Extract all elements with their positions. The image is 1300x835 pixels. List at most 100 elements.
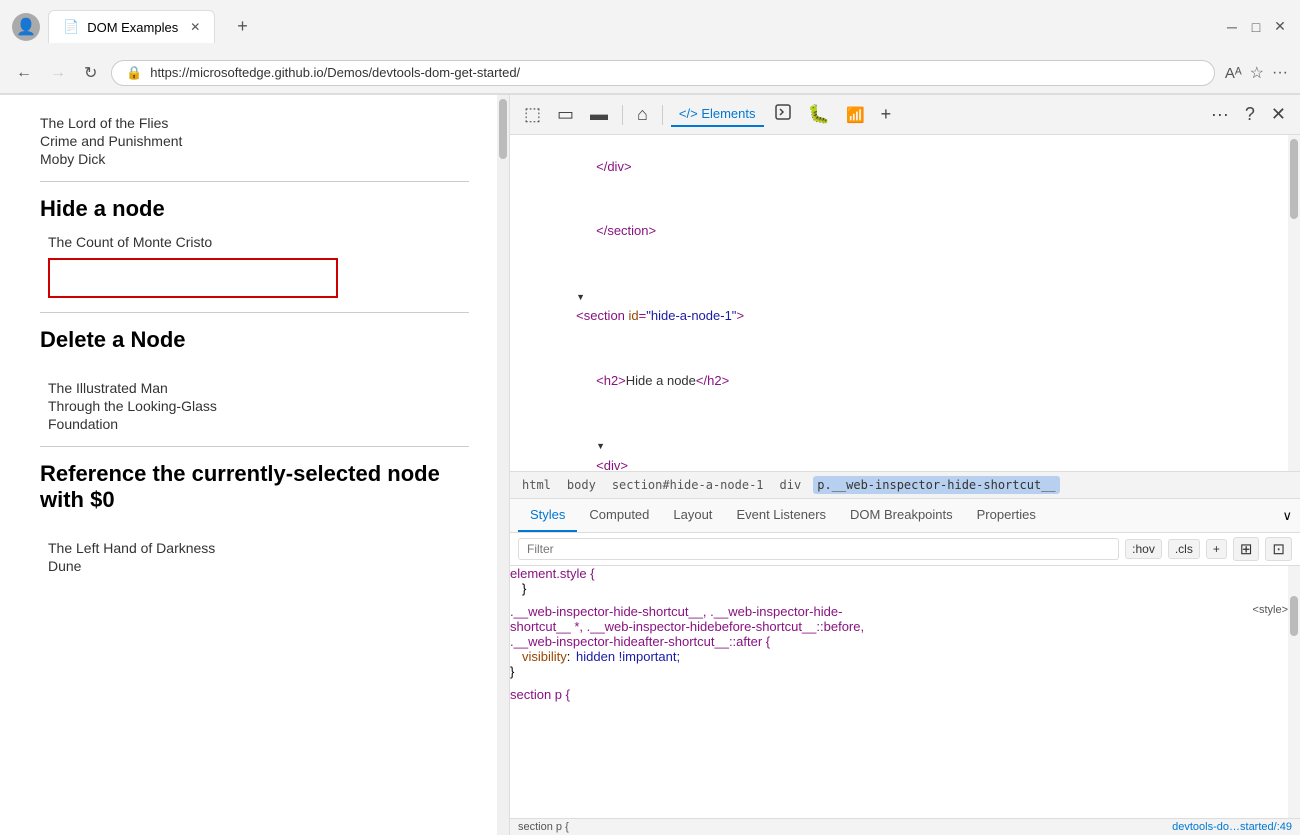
more-tools-button[interactable]: ···	[1205, 100, 1235, 129]
elements-label: </> Elements	[679, 106, 756, 121]
title-bar: 👤 📄 DOM Examples ✕ + ─ □ ✕	[0, 0, 1300, 53]
tab-dom-breakpoints[interactable]: DOM Breakpoints	[838, 499, 965, 532]
monte-cristo-text: The Count of Monte Cristo	[40, 234, 469, 250]
toolbar-separator-2	[662, 105, 663, 125]
styles-body: element.style { } .__web-inspector-hide-…	[510, 566, 1288, 818]
add-style-button[interactable]: +	[1206, 539, 1227, 559]
devtools-panel: ⬚ ▭ ▬ ⌂ </> Elements 🐛 📶 + ··· ? ✕	[510, 95, 1300, 835]
dom-text: Hide a node	[626, 373, 696, 388]
address-bar: ← → ↻ 🔒 https://microsoftedge.github.io/…	[0, 53, 1300, 94]
dom-tag: <section id="hide-a-node-1">	[576, 308, 744, 323]
css-selector-text-2: .__web-inspector-hide-shortcut__, .__web…	[510, 604, 842, 619]
tab-properties[interactable]: Properties	[965, 499, 1048, 532]
dom-tree-content[interactable]: </div> </section> ▼ <section id="hide-a-…	[510, 135, 1288, 471]
status-bar: section p { devtools-do…started/:49	[510, 818, 1300, 835]
dom-line[interactable]: ▼ <div>	[510, 413, 1288, 471]
breadcrumb-p[interactable]: p.__web-inspector-hide-shortcut__	[813, 476, 1059, 494]
section2-title: Hide a node	[40, 196, 469, 222]
css-selector-text: element.style {	[510, 566, 595, 581]
css-rule-element-style: element.style { }	[510, 566, 1288, 596]
style-action-2[interactable]: ⊡	[1265, 537, 1292, 561]
elements-panel-button[interactable]: </> Elements	[671, 102, 764, 127]
home-button[interactable]: ⌂	[631, 100, 654, 129]
help-button[interactable]: ?	[1239, 100, 1261, 129]
new-tab-button[interactable]: +	[223, 8, 262, 45]
book-1: The Lord of the Flies	[40, 115, 469, 131]
css-block-2: visibility: hidden !important;	[522, 649, 1288, 664]
bug-button[interactable]: 🐛	[802, 100, 836, 129]
css-selector-text-5: section p {	[510, 687, 570, 702]
breadcrumb-bar: html body section#hide-a-node-1 div p.__…	[510, 471, 1300, 499]
avatar: 👤	[12, 13, 40, 41]
breadcrumb-section[interactable]: section#hide-a-node-1	[608, 476, 768, 494]
favorites-icon[interactable]: ☆	[1250, 63, 1264, 83]
tab-event-listeners[interactable]: Event Listeners	[724, 499, 838, 532]
browser-chrome: 👤 📄 DOM Examples ✕ + ─ □ ✕ ← → ↻ 🔒 https…	[0, 0, 1300, 95]
toolbar-separator	[622, 105, 623, 125]
breadcrumb-html[interactable]: html	[518, 476, 555, 494]
back-button[interactable]: ←	[12, 60, 36, 86]
main-area: The Lord of the Flies Crime and Punishme…	[0, 95, 1300, 835]
more-icon[interactable]: ···	[1272, 64, 1288, 82]
close-button[interactable]: ✕	[1272, 19, 1288, 35]
css-selector-text-3: shortcut__ *, .__web-inspector-hidebefor…	[510, 619, 864, 634]
css-selector-text-4: .__web-inspector-hideafter-shortcut__::a…	[510, 634, 770, 649]
dom-line[interactable]: ▼ <section id="hide-a-node-1">	[510, 264, 1288, 349]
css-block: }	[522, 581, 1288, 596]
device-emulation-button[interactable]: ▭	[551, 100, 580, 129]
section4-title: Reference the currently-selected node wi…	[40, 461, 469, 513]
panel-layout-button[interactable]: ▬	[584, 100, 614, 129]
tab-styles[interactable]: Styles	[518, 499, 577, 532]
css-prop-visibility: visibility	[522, 649, 567, 664]
style-action-1[interactable]: ⊞	[1233, 537, 1260, 561]
expand-icon: ▼	[596, 439, 605, 453]
styles-scrollbar[interactable]	[1288, 566, 1300, 818]
styles-scrollbar-thumb[interactable]	[1290, 596, 1298, 636]
css-rule-inspector: .__web-inspector-hide-shortcut__, .__web…	[510, 604, 1288, 679]
css-selector-cont: shortcut__ *, .__web-inspector-hidebefor…	[510, 619, 1288, 634]
browser-tab[interactable]: 📄 DOM Examples ✕	[48, 10, 215, 43]
tab-close-icon[interactable]: ✕	[190, 20, 200, 34]
breadcrumb-body[interactable]: body	[563, 476, 600, 494]
tab-icon: 📄	[63, 19, 79, 35]
tab-computed[interactable]: Computed	[577, 499, 661, 532]
section3-title: Delete a Node	[40, 327, 469, 353]
dom-scrollbar-thumb[interactable]	[1290, 139, 1298, 219]
divider-2	[40, 312, 469, 313]
window-controls: ─ □ ✕	[1224, 19, 1288, 35]
dom-close-tag: </h2>	[696, 373, 729, 388]
status-right: devtools-do…started/:49	[1172, 821, 1292, 833]
breadcrumb-div[interactable]: div	[776, 476, 806, 494]
network-button[interactable]: 📶	[840, 100, 871, 129]
dom-line[interactable]: <h2>Hide a node</h2>	[510, 349, 1288, 413]
minimize-button[interactable]: ─	[1224, 19, 1240, 35]
dom-line[interactable]: </section>	[510, 199, 1288, 263]
css-closing-brace: }	[522, 581, 526, 596]
book-left-hand: The Left Hand of Darkness	[40, 540, 469, 556]
maximize-button[interactable]: □	[1248, 19, 1264, 35]
hov-button[interactable]: :hov	[1125, 539, 1162, 559]
styles-panel: Styles Computed Layout Event Listeners D…	[510, 499, 1300, 835]
dom-scrollbar[interactable]	[1288, 135, 1300, 471]
filter-input[interactable]	[518, 538, 1119, 560]
chevron-down-icon[interactable]: ∨	[1282, 508, 1292, 524]
book-2: Crime and Punishment	[40, 133, 469, 149]
book-3: Moby Dick	[40, 151, 469, 167]
url-bar[interactable]: 🔒 https://microsoftedge.github.io/Demos/…	[111, 60, 1214, 86]
console-panel-button[interactable]	[768, 99, 798, 130]
dom-line[interactable]: </div>	[510, 135, 1288, 199]
url-text: https://microsoftedge.github.io/Demos/de…	[150, 65, 520, 80]
reader-mode-icon[interactable]: Aᴬ	[1225, 65, 1242, 82]
inspect-element-button[interactable]: ⬚	[518, 100, 547, 129]
add-panel-button[interactable]: +	[875, 100, 898, 129]
style-tabs: Styles Computed Layout Event Listeners D…	[510, 499, 1300, 533]
close-devtools-button[interactable]: ✕	[1265, 100, 1292, 129]
tab-layout[interactable]: Layout	[661, 499, 724, 532]
refresh-button[interactable]: ↻	[80, 59, 101, 87]
page-scrollbar-thumb[interactable]	[499, 99, 507, 159]
dom-tag: <div>	[596, 458, 628, 471]
cls-button[interactable]: .cls	[1168, 539, 1200, 559]
forward-button[interactable]: →	[46, 60, 70, 86]
expand-icon: ▼	[576, 290, 585, 304]
browser-icons: Aᴬ ☆ ···	[1225, 63, 1288, 83]
